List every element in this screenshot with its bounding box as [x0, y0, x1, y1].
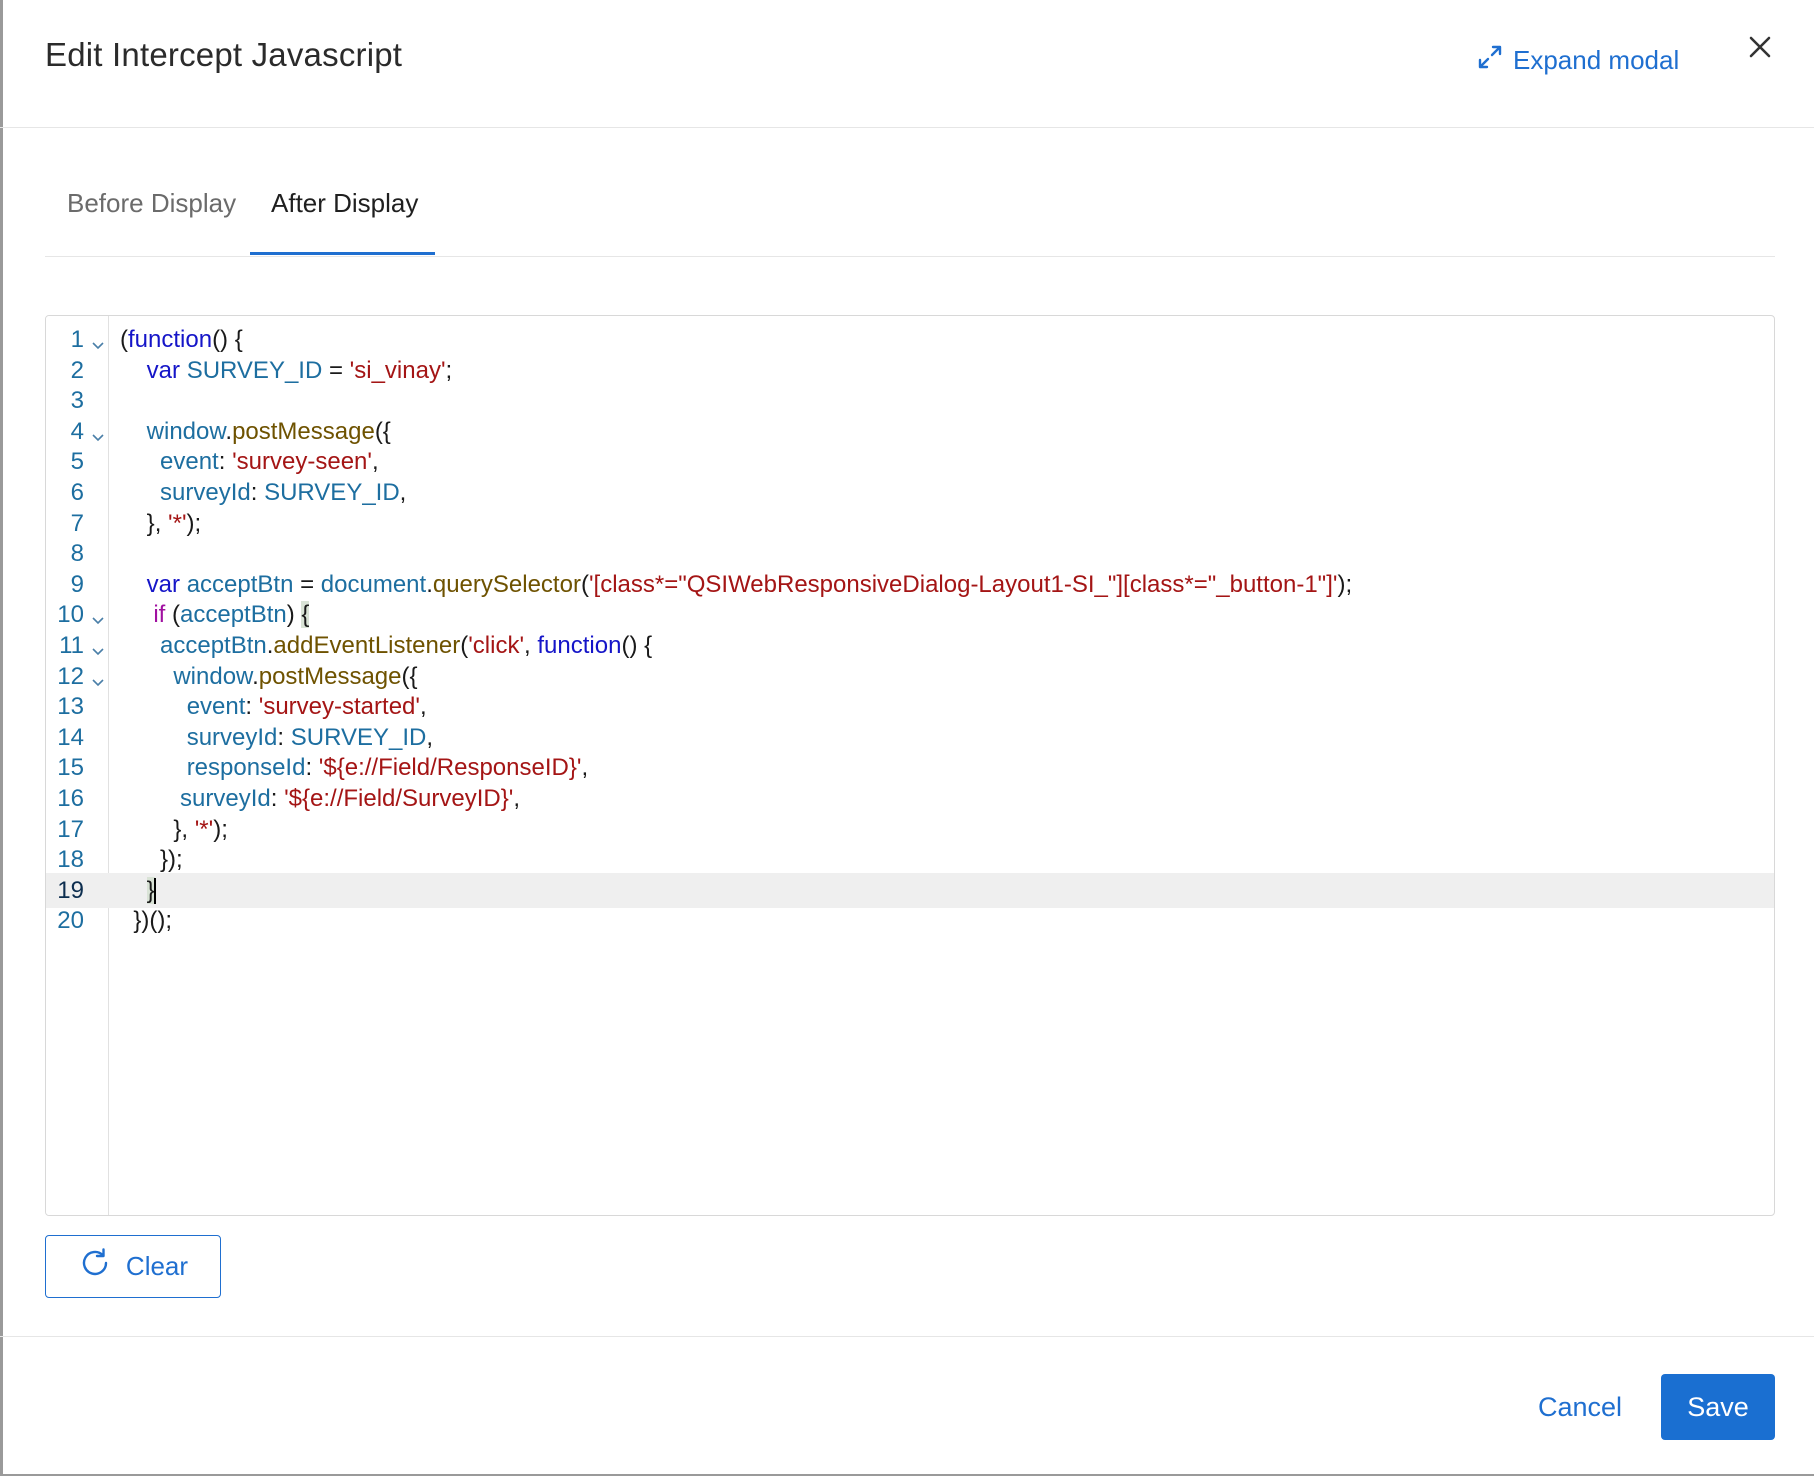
close-icon[interactable] — [1743, 30, 1777, 64]
display-tabs: Before Display After Display — [45, 128, 1775, 257]
save-button[interactable]: Save — [1661, 1374, 1775, 1440]
modal-header: Edit Intercept Javascript Expand modal — [0, 0, 1814, 128]
footer-divider — [0, 1336, 1814, 1337]
clear-button[interactable]: Clear — [45, 1235, 221, 1298]
code-text: })(); — [120, 907, 172, 935]
expand-modal-label: Expand modal — [1513, 44, 1680, 75]
active-tab-indicator — [250, 252, 435, 255]
backdrop-edge — [0, 0, 3, 1476]
expand-icon — [1477, 44, 1503, 77]
code-line[interactable]: 20 })(); — [46, 903, 1774, 938]
code-editor[interactable]: 1 (function() {2 var SURVEY_ID = 'si_vina… — [45, 315, 1775, 1216]
edit-intercept-modal: Edit Intercept Javascript Expand modal B… — [0, 0, 1814, 1476]
tab-before-display[interactable]: Before Display — [67, 188, 236, 219]
clear-label: Clear — [125, 1251, 189, 1281]
expand-modal-button[interactable]: Expand modal — [1477, 40, 1679, 80]
refresh-icon — [78, 1246, 112, 1287]
line-number: 20 — [57, 907, 84, 935]
modal-title: Edit Intercept Javascript — [45, 36, 403, 73]
cancel-button[interactable]: Cancel — [1524, 1374, 1636, 1440]
tab-after-display[interactable]: After Display — [271, 188, 418, 219]
